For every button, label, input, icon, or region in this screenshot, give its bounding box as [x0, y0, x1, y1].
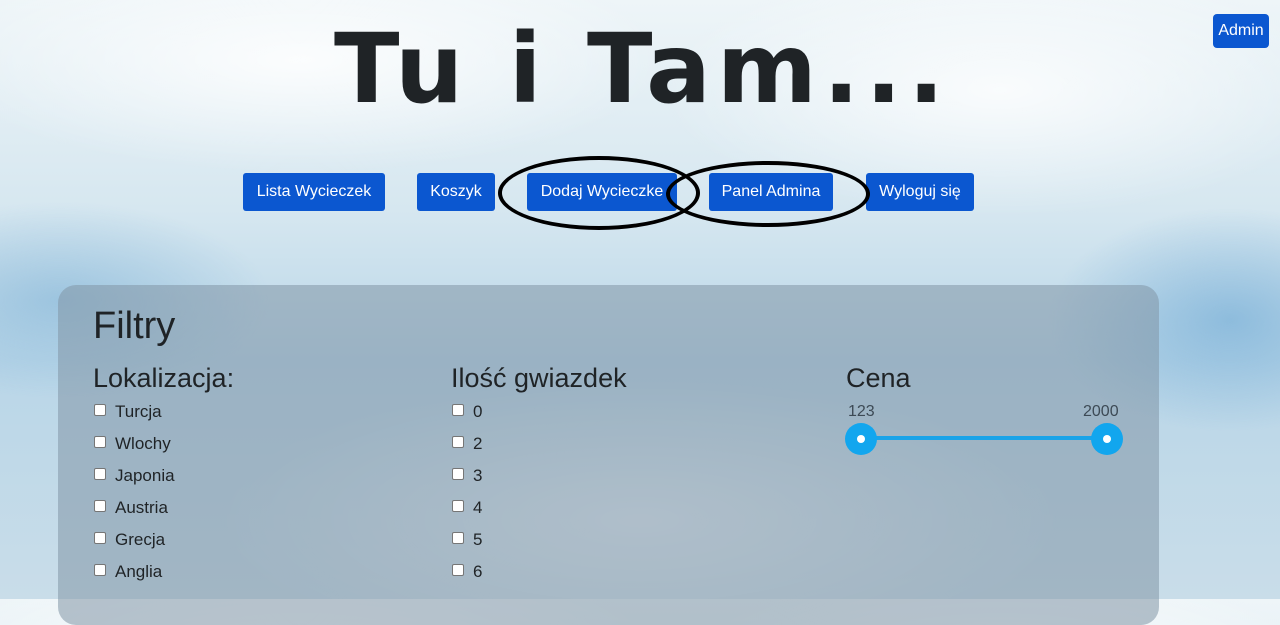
- location-option[interactable]: Wlochy: [93, 434, 175, 466]
- stars-option[interactable]: 0: [451, 402, 482, 434]
- price-slider-max-handle[interactable]: [1091, 423, 1123, 455]
- stars-option[interactable]: 2: [451, 434, 482, 466]
- option-label: Anglia: [115, 562, 163, 581]
- stars-option[interactable]: 3: [451, 466, 482, 498]
- location-option[interactable]: Grecja: [93, 530, 175, 562]
- checkbox[interactable]: [94, 564, 106, 576]
- site-logo: Tu i Tam...: [334, 13, 951, 125]
- location-filter-list: Turcja Wlochy Japonia Austria Grecja Ang…: [93, 402, 175, 594]
- option-label: 2: [473, 434, 483, 453]
- nav-logout-button[interactable]: Wyloguj się: [866, 173, 974, 211]
- price-max-value: 2000: [1083, 403, 1119, 420]
- checkbox[interactable]: [94, 436, 106, 448]
- option-label: Grecja: [115, 530, 166, 549]
- checkbox[interactable]: [94, 468, 106, 480]
- option-label: Japonia: [115, 466, 175, 485]
- option-label: 3: [473, 466, 483, 485]
- checkbox[interactable]: [452, 564, 464, 576]
- nav-cart-button[interactable]: Koszyk: [417, 173, 495, 211]
- option-label: 0: [473, 402, 483, 421]
- stars-option[interactable]: 6: [451, 562, 482, 594]
- stars-option[interactable]: 5: [451, 530, 482, 562]
- checkbox[interactable]: [94, 532, 106, 544]
- nav-trip-list-button[interactable]: Lista Wycieczek: [243, 173, 385, 211]
- checkbox[interactable]: [452, 404, 464, 416]
- checkbox[interactable]: [94, 500, 106, 512]
- stars-filter-title: Ilość gwiazdek: [451, 363, 627, 393]
- location-option[interactable]: Anglia: [93, 562, 175, 594]
- location-option[interactable]: Japonia: [93, 466, 175, 498]
- price-min-value: 123: [848, 403, 875, 420]
- stars-filter-list: 0 2 3 4 5 6: [451, 402, 482, 594]
- option-label: 4: [473, 498, 483, 517]
- nav-admin-panel-button[interactable]: Panel Admina: [709, 173, 833, 211]
- option-label: Austria: [115, 498, 168, 517]
- admin-button[interactable]: Admin: [1213, 14, 1269, 48]
- price-slider-track[interactable]: [861, 436, 1108, 440]
- stars-option[interactable]: 4: [451, 498, 482, 530]
- location-filter-title: Lokalizacja:: [93, 363, 235, 393]
- option-label: Turcja: [115, 402, 162, 421]
- checkbox[interactable]: [452, 532, 464, 544]
- option-label: Wlochy: [115, 434, 171, 453]
- option-label: 5: [473, 530, 483, 549]
- filters-panel: Filtry Lokalizacja: Turcja Wlochy Japoni…: [58, 285, 1159, 625]
- nav-add-trip-button[interactable]: Dodaj Wycieczke: [527, 173, 677, 211]
- checkbox[interactable]: [452, 468, 464, 480]
- filters-title: Filtry: [93, 305, 176, 347]
- location-option[interactable]: Austria: [93, 498, 175, 530]
- checkbox[interactable]: [452, 436, 464, 448]
- checkbox[interactable]: [452, 500, 464, 512]
- checkbox[interactable]: [94, 404, 106, 416]
- option-label: 6: [473, 562, 483, 581]
- price-filter-title: Cena: [846, 363, 911, 393]
- location-option[interactable]: Turcja: [93, 402, 175, 434]
- price-slider-min-handle[interactable]: [845, 423, 877, 455]
